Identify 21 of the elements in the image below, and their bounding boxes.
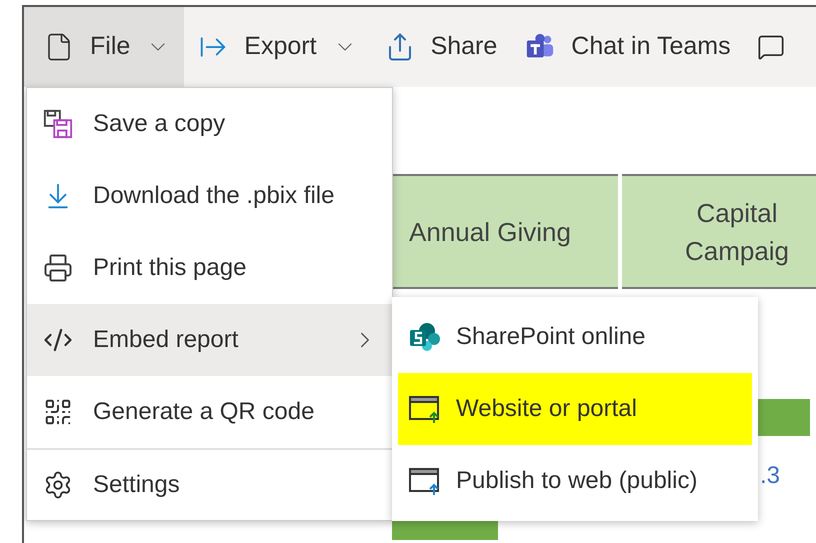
toolbar-button[interactable]: Chat in Teams [511,7,745,87]
menu-item[interactable]: Download the .pbix file [27,160,392,232]
toolbar-button[interactable]: File [24,7,184,87]
menu-item[interactable]: Print this page [27,232,392,304]
qr-code-icon [43,397,73,427]
toolbar-button[interactable]: Export [184,7,371,87]
menu-item[interactable]: Settings [27,448,392,520]
submenu-item[interactable]: Website or portal [398,373,752,445]
save-copy-icon [43,109,73,139]
menu-item[interactable]: Generate a QR code [27,376,392,448]
table-cell-text: .3 [760,461,780,491]
toolbar-button[interactable]: Share [370,7,512,87]
column-header: Capital Campaig [622,174,816,289]
submenu-item[interactable]: Publish to web (public) [392,445,758,517]
settings-icon [43,470,73,500]
submenu-item[interactable]: SharePoint online [392,301,758,373]
printer-icon [43,253,73,283]
menu-item[interactable]: Save a copy [27,88,392,160]
menu-item[interactable]: Embed report [27,304,392,376]
comment-icon[interactable] [756,33,785,61]
sharepoint-icon [408,322,442,352]
